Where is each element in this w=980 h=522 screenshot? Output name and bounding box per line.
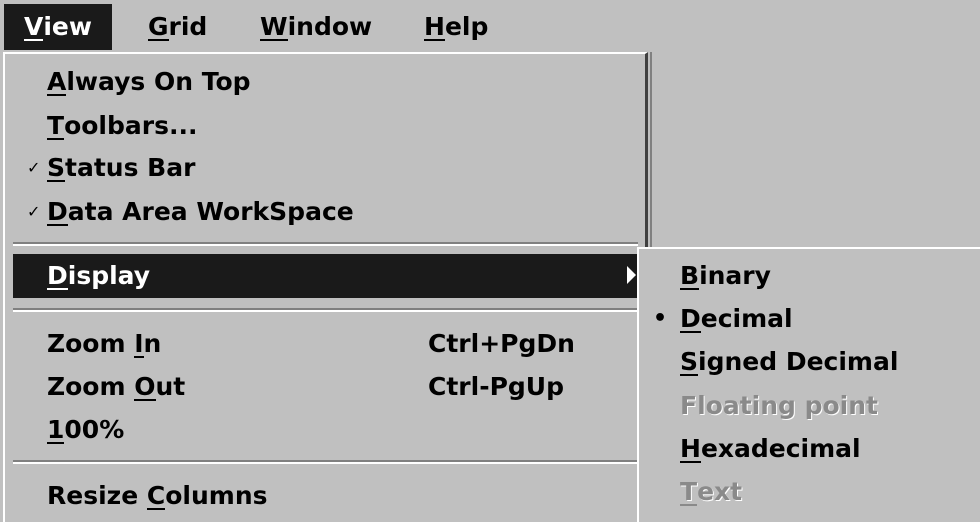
submenu-item-label: Binary	[680, 261, 771, 290]
checkmark-icon: ✓	[27, 158, 41, 177]
submenu-item-floating-point: Floating point	[639, 384, 979, 428]
menu-item-display[interactable]: Display	[13, 254, 640, 298]
menu-item-label: Display	[47, 261, 151, 290]
menu-item-label: 100%	[47, 415, 125, 444]
menu-window[interactable]: Window	[240, 4, 392, 50]
submenu-item-label: Signed Decimal	[680, 347, 899, 376]
menu-item-zoom-in[interactable]: Zoom In Ctrl+PgDn	[5, 322, 640, 366]
menu-item-shortcut: Ctrl-PgUp	[428, 372, 564, 401]
display-submenu: Binary • Decimal Signed Decimal Floating…	[637, 247, 980, 522]
menu-item-label: Toolbars...	[47, 111, 198, 140]
menu-bar: View Grid Window Help	[0, 0, 980, 52]
menu-item-label: Zoom In	[47, 329, 162, 358]
menu-item-label: Status Bar	[47, 153, 196, 182]
menu-item-status-bar[interactable]: ✓ Status Bar	[5, 146, 640, 190]
submenu-item-label: Decimal	[680, 304, 793, 333]
menu-separator	[13, 242, 638, 246]
menu-separator	[13, 308, 638, 312]
submenu-item-label: Hexadecimal	[680, 434, 861, 463]
submenu-item-label: Floating point	[680, 391, 878, 420]
menu-item-resize-columns[interactable]: Resize Columns	[5, 474, 640, 518]
menu-view[interactable]: View	[4, 4, 112, 50]
menu-item-zoom-out[interactable]: Zoom Out Ctrl-PgUp	[5, 365, 640, 409]
menu-item-100-percent[interactable]: 100%	[5, 408, 640, 452]
menu-item-label: Always On Top	[47, 67, 251, 96]
submenu-arrow-icon	[627, 266, 636, 284]
submenu-item-label: Text	[680, 477, 743, 506]
menu-item-label: Resize Columns	[47, 481, 268, 510]
menu-grid[interactable]: Grid	[128, 4, 227, 50]
submenu-item-signed-decimal[interactable]: Signed Decimal	[639, 340, 979, 384]
menu-item-label: Data Area WorkSpace	[47, 197, 354, 226]
menu-item-always-on-top[interactable]: Always On Top	[5, 60, 640, 104]
menu-item-toolbars[interactable]: Toolbars...	[5, 104, 640, 148]
submenu-item-decimal[interactable]: • Decimal	[639, 297, 979, 341]
workspace-pane	[650, 52, 980, 247]
menu-separator	[13, 460, 638, 464]
menu-item-data-area-workspace[interactable]: ✓ Data Area WorkSpace	[5, 190, 640, 234]
menu-item-label: Zoom Out	[47, 372, 186, 401]
submenu-item-binary[interactable]: Binary	[639, 254, 979, 298]
radio-bullet-icon: •	[653, 306, 668, 331]
view-menu: Always On Top Toolbars... ✓ Status Bar ✓…	[3, 52, 648, 522]
checkmark-icon: ✓	[27, 202, 41, 221]
submenu-item-text: Text	[639, 470, 979, 514]
submenu-item-hexadecimal[interactable]: Hexadecimal	[639, 427, 979, 471]
menu-item-shortcut: Ctrl+PgDn	[428, 329, 575, 358]
menu-help[interactable]: Help	[404, 4, 508, 50]
